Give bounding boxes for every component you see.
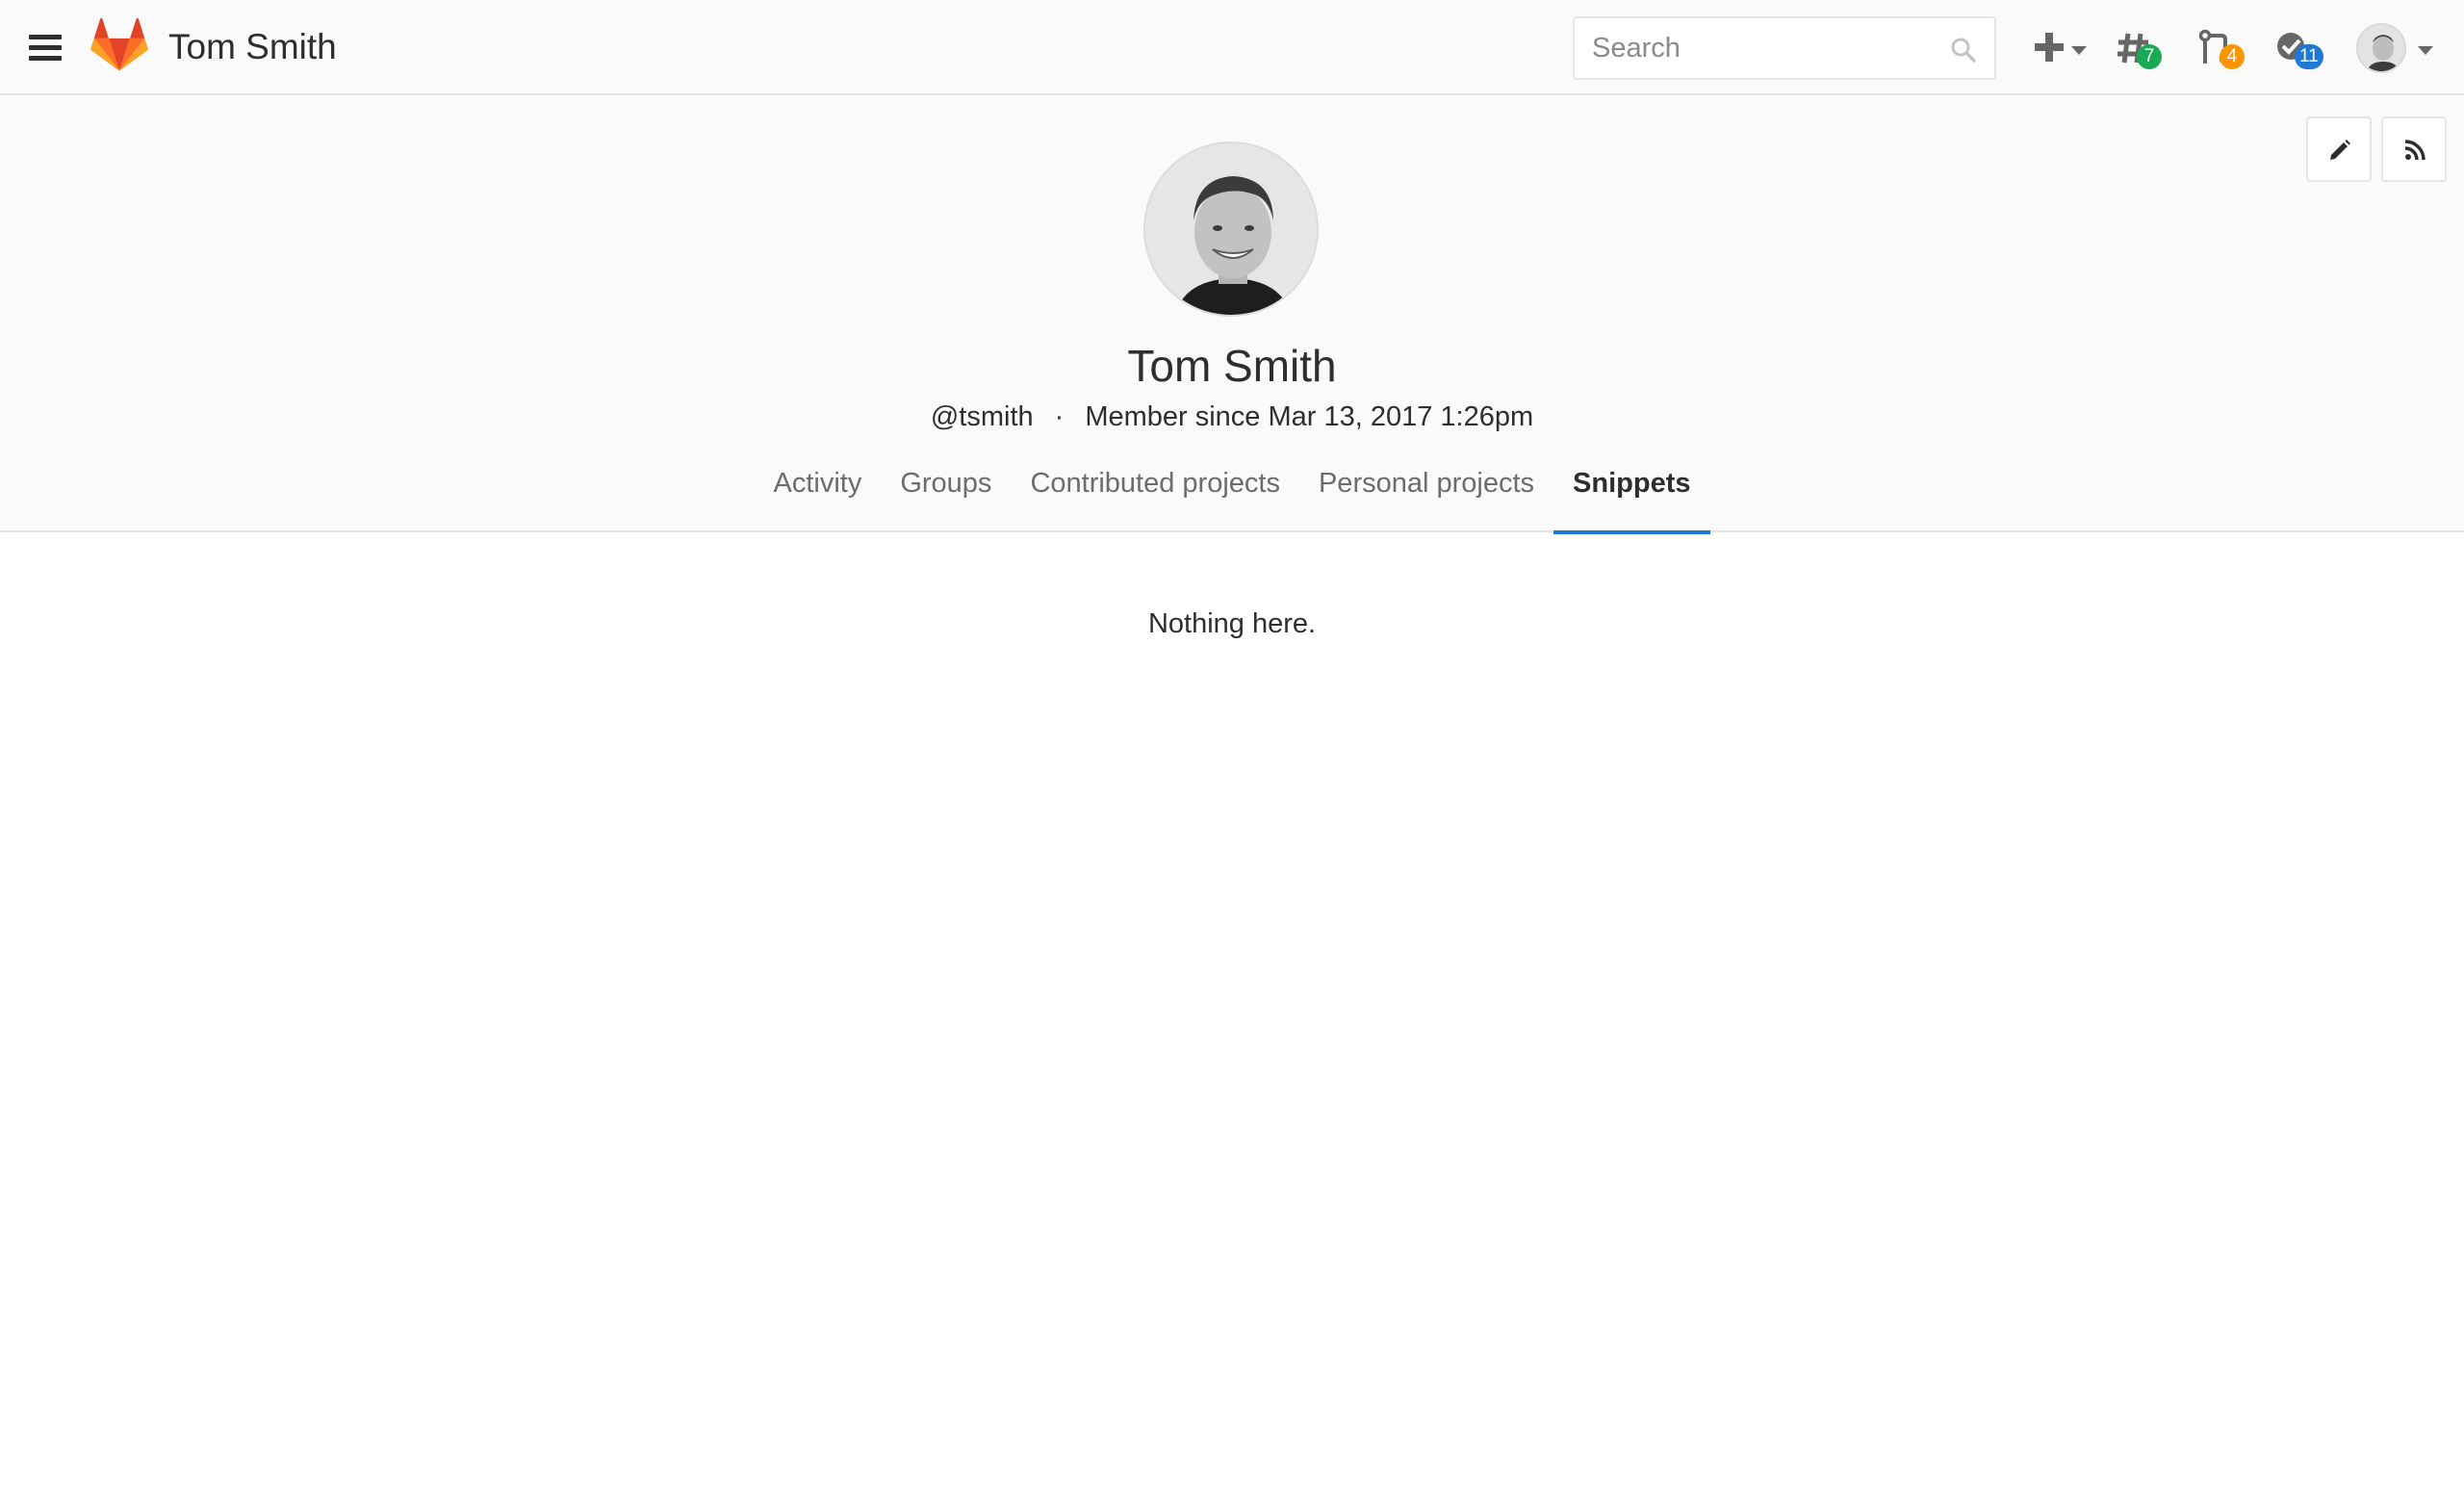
merge-requests-button[interactable]: 4 xyxy=(2196,23,2250,73)
chevron-down-icon xyxy=(2071,46,2087,55)
search-input[interactable] xyxy=(1575,18,1994,78)
profile-header: Tom Smith @tsmith · Member since Mar 13, 2… xyxy=(0,97,2464,534)
search-box[interactable] xyxy=(1573,16,1996,80)
new-dropdown-button[interactable] xyxy=(2033,23,2091,73)
separator-dot: · xyxy=(1054,401,1065,432)
profile-avatar xyxy=(1143,142,1319,317)
chevron-down-icon xyxy=(2418,46,2433,55)
todos-count-badge: 11 xyxy=(2295,44,2323,69)
hamburger-icon[interactable] xyxy=(29,35,62,62)
tab-contributed-projects[interactable]: Contributed projects xyxy=(1011,460,1299,532)
profile-name: Tom Smith xyxy=(1127,341,1337,391)
tab-groups[interactable]: Groups xyxy=(881,460,1011,532)
plus-icon xyxy=(2035,33,2064,62)
nav-title[interactable]: Tom Smith xyxy=(168,25,337,69)
merge-requests-count-badge: 4 xyxy=(2220,44,2245,69)
gitlab-logo[interactable] xyxy=(90,17,148,73)
avatar xyxy=(2356,23,2406,73)
issues-button[interactable]: 7 xyxy=(2114,23,2168,73)
todos-button[interactable]: 11 xyxy=(2275,23,2343,73)
search-icon xyxy=(1951,38,1976,63)
rss-icon xyxy=(2404,140,2426,161)
profile-tabs: Activity Groups Contributed projects Per… xyxy=(0,460,2464,534)
issues-count-badge: 7 xyxy=(2137,44,2162,69)
top-navbar: Tom Smith 7 4 xyxy=(0,0,2464,95)
edit-profile-button[interactable] xyxy=(2306,116,2372,182)
profile-username: @tsmith xyxy=(930,401,1034,432)
member-since: Member since Mar 13, 2017 1:26pm xyxy=(1085,401,1534,432)
user-menu-dropdown[interactable] xyxy=(2356,23,2433,73)
empty-state-message: Nothing here. xyxy=(1147,608,1317,639)
profile-meta: @tsmith · Member since Mar 13, 2017 1:26pm xyxy=(0,399,2464,434)
rss-feed-button[interactable] xyxy=(2381,116,2447,182)
tab-snippets[interactable]: Snippets xyxy=(1553,460,1710,534)
pencil-icon xyxy=(2330,140,2350,160)
tab-personal-projects[interactable]: Personal projects xyxy=(1299,460,1553,532)
tab-activity[interactable]: Activity xyxy=(754,460,881,532)
